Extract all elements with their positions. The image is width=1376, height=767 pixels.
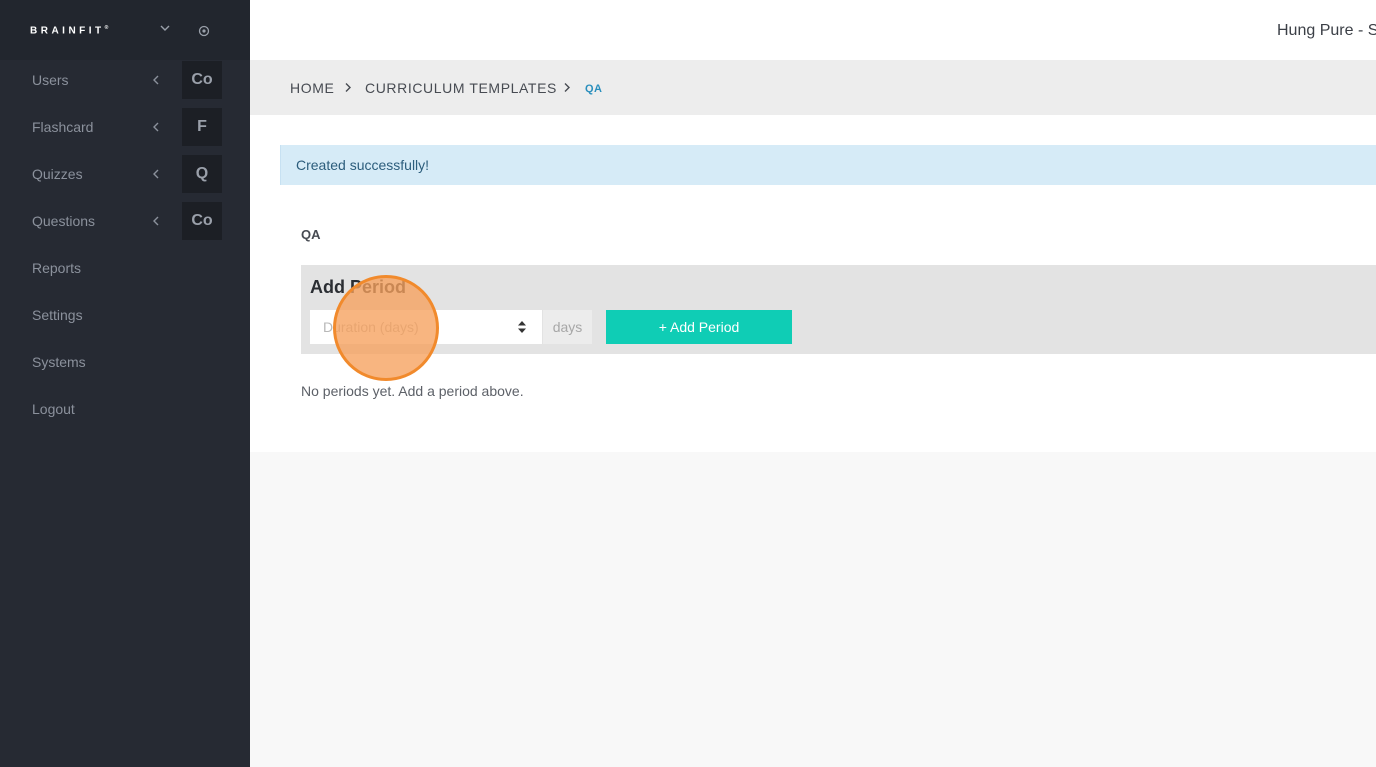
chevron-left-icon	[153, 122, 159, 132]
sidebar-item-badge: F	[182, 108, 222, 146]
top-header: Hung Pure - S	[250, 0, 1376, 60]
sidebar-item-label: Questions	[32, 213, 96, 229]
sidebar: BRAINFIT® Users Co Flashcard F Quizzes Q…	[0, 0, 250, 767]
breadcrumb-current: QA	[585, 83, 603, 95]
chevron-down-icon[interactable]	[158, 21, 172, 35]
chevron-left-icon	[153, 216, 159, 226]
sidebar-nav: Users Co Flashcard F Quizzes Q Questions…	[0, 57, 250, 433]
settings-circle-icon[interactable]	[197, 24, 211, 38]
template-title: QA	[301, 227, 321, 242]
breadcrumb: HOME CURRICULUM TEMPLATES QA	[250, 60, 1376, 115]
sidebar-item-reports[interactable]: Reports	[0, 245, 250, 292]
sidebar-item-settings[interactable]: Settings	[0, 292, 250, 339]
sidebar-item-users[interactable]: Users Co	[0, 57, 250, 104]
sidebar-item-label: Systems	[32, 354, 86, 370]
brand-mark: ®	[104, 25, 112, 31]
sidebar-item-label: Flashcard	[32, 119, 94, 135]
user-menu[interactable]: Hung Pure - S	[1277, 22, 1376, 40]
brand-name: BRAINFIT	[30, 25, 105, 37]
sidebar-item-badge: Q	[182, 155, 222, 193]
brand-row: BRAINFIT®	[0, 0, 250, 60]
duration-input[interactable]	[310, 310, 542, 344]
empty-periods-message: No periods yet. Add a period above.	[301, 383, 524, 399]
sidebar-item-label: Users	[32, 72, 69, 88]
sidebar-item-label: Settings	[32, 307, 83, 323]
sidebar-item-badge: Co	[182, 202, 222, 240]
chevron-right-icon	[345, 83, 351, 92]
sidebar-item-logout[interactable]: Logout	[0, 386, 250, 433]
add-period-heading: Add Period	[310, 277, 407, 297]
number-spinner-icon[interactable]	[516, 320, 528, 334]
chevron-left-icon	[153, 169, 159, 179]
sidebar-item-label: Reports	[32, 260, 82, 276]
alert-message: Created successfully!	[296, 157, 430, 173]
sidebar-item-label: Logout	[32, 401, 75, 417]
breadcrumb-home-link[interactable]: HOME	[290, 80, 334, 96]
add-period-form: Add Period days + Add Period	[301, 265, 1376, 354]
chevron-left-icon	[153, 75, 159, 85]
sidebar-item-badge: Co	[182, 61, 222, 99]
add-period-button[interactable]: + Add Period	[606, 310, 792, 344]
sidebar-item-questions[interactable]: Questions Co	[0, 198, 250, 245]
sidebar-item-systems[interactable]: Systems	[0, 339, 250, 386]
chevron-right-icon	[564, 83, 570, 92]
days-unit-addon: days	[543, 310, 592, 344]
breadcrumb-templates-link[interactable]: CURRICULUM TEMPLATES	[365, 80, 557, 96]
brand-logo[interactable]: BRAINFIT®	[30, 25, 112, 36]
success-alert: Created successfully!	[280, 145, 1376, 185]
sidebar-item-flashcard[interactable]: Flashcard F	[0, 104, 250, 151]
sidebar-item-label: Quizzes	[32, 166, 83, 182]
sidebar-item-quizzes[interactable]: Quizzes Q	[0, 151, 250, 198]
